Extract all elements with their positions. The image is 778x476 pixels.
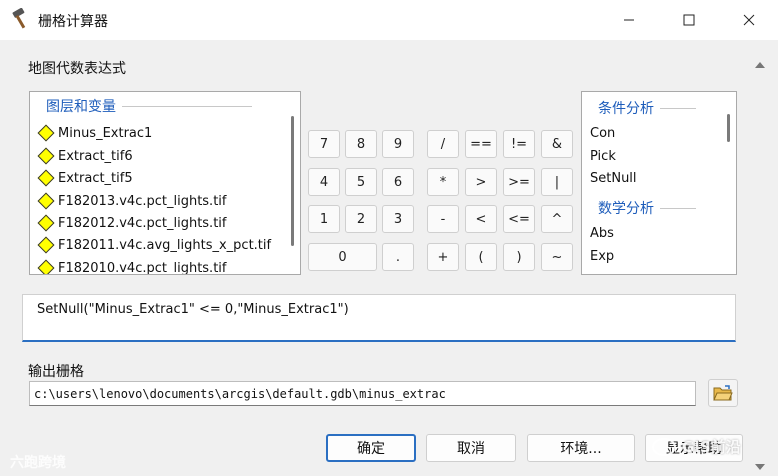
key-6[interactable]: 6 [382, 168, 414, 196]
key-greater[interactable]: > [465, 168, 497, 196]
functions-scrollbar-thumb[interactable] [727, 114, 730, 142]
function-item[interactable]: Abs [590, 226, 614, 241]
function-item[interactable]: SetNull [590, 171, 637, 186]
function-item[interactable]: Exp [590, 249, 614, 264]
key-9[interactable]: 9 [382, 130, 414, 158]
dialog-scrollbar[interactable] [750, 44, 772, 476]
layer-item-label: F182010.v4c.pct_lights.tif [58, 260, 227, 275]
key-not[interactable]: ~ [541, 243, 573, 271]
key-4[interactable]: 4 [308, 168, 340, 196]
scroll-down-icon[interactable] [755, 464, 765, 470]
layer-item[interactable]: Extract_tif6 [37, 145, 133, 167]
function-group-label: 数学分析 [598, 201, 654, 217]
layers-listbox[interactable]: 图层和变量 Minus_Extrac1 Extract_tif6 Extract… [29, 91, 301, 275]
raster-layer-icon [37, 214, 55, 232]
layer-item[interactable]: Extract_tif5 [37, 167, 133, 189]
key-divide[interactable]: / [427, 130, 459, 158]
function-group-header: 数学分析 [598, 198, 696, 218]
expression-section-label: 地图代数表达式 [28, 61, 126, 77]
window-title: 栅格计算器 [38, 14, 108, 30]
layer-item-label: Extract_tif6 [58, 148, 133, 164]
key-plus[interactable]: + [427, 243, 459, 271]
expression-text: SetNull("Minus_Extrac1" <= 0,"Minus_Extr… [37, 302, 349, 317]
key-open-paren[interactable]: ( [465, 243, 497, 271]
watermark-right: GIS前沿 [652, 436, 741, 457]
layer-item-label: Minus_Extrac1 [58, 125, 153, 141]
function-group-header: 条件分析 [598, 98, 696, 118]
layer-item-label: F182012.v4c.pct_lights.tif [58, 215, 227, 231]
key-close-paren[interactable]: ) [503, 243, 535, 271]
folder-open-icon [713, 385, 733, 401]
layers-header-label: 图层和变量 [46, 99, 116, 115]
key-multiply[interactable]: * [427, 168, 459, 196]
layer-item-label: Extract_tif5 [58, 170, 133, 186]
layer-item[interactable]: F182010.v4c.pct_lights.tif [37, 257, 227, 275]
layer-item-label: F182013.v4c.pct_lights.tif [58, 193, 227, 209]
raster-layer-icon [37, 169, 55, 187]
layer-item[interactable]: F182013.v4c.pct_lights.tif [37, 190, 227, 212]
output-raster-input[interactable]: c:\users\lenovo\documents\arcgis\default… [29, 381, 696, 406]
key-8[interactable]: 8 [345, 130, 377, 158]
hammer-icon [10, 7, 34, 30]
raster-layer-icon [37, 147, 55, 165]
layers-header: 图层和变量 [46, 96, 252, 116]
key-decimal[interactable]: . [382, 243, 414, 271]
key-xor[interactable]: ^ [541, 205, 573, 233]
browse-button[interactable] [708, 379, 738, 407]
layer-item[interactable]: F182011.v4c.avg_lights_x_pct.tif [37, 234, 272, 256]
close-button[interactable] [726, 0, 772, 40]
title-bar: 栅格计算器 [0, 0, 778, 40]
output-raster-label: 输出栅格 [28, 364, 84, 380]
cancel-button[interactable]: 取消 [426, 434, 516, 462]
minimize-button[interactable] [606, 0, 652, 40]
key-and[interactable]: & [541, 130, 573, 158]
key-less-equal[interactable]: <= [503, 205, 535, 233]
key-greater-equal[interactable]: >= [503, 168, 535, 196]
layer-item-label: F182011.v4c.avg_lights_x_pct.tif [58, 237, 272, 253]
function-group-label: 条件分析 [598, 101, 654, 117]
key-5[interactable]: 5 [345, 168, 377, 196]
key-or[interactable]: | [541, 168, 573, 196]
raster-layer-icon [37, 236, 55, 254]
function-item[interactable]: Con [590, 126, 615, 141]
scroll-up-icon[interactable] [755, 62, 765, 68]
maximize-button[interactable] [666, 0, 712, 40]
key-minus[interactable]: - [427, 205, 459, 233]
ok-button[interactable]: 确定 [326, 434, 416, 462]
watermark-right-text: GIS前沿 [682, 438, 741, 456]
key-2[interactable]: 2 [345, 205, 377, 233]
expression-input[interactable]: SetNull("Minus_Extrac1" <= 0,"Minus_Extr… [22, 294, 736, 342]
layers-scrollbar-thumb[interactable] [291, 116, 294, 246]
functions-listbox[interactable]: 条件分析 Con Pick SetNull 数学分析 Abs Exp [581, 91, 737, 275]
key-3[interactable]: 3 [382, 205, 414, 233]
key-1[interactable]: 1 [308, 205, 340, 233]
function-item[interactable]: Pick [590, 149, 616, 164]
watermark-left: 六跑跨境 [10, 452, 66, 472]
key-less[interactable]: < [465, 205, 497, 233]
wechat-icon [652, 437, 676, 456]
raster-calculator-window: 栅格计算器 地图代数表达式 图层和变量 Minus_Extrac1 Extrac… [0, 0, 778, 476]
raster-layer-icon [37, 124, 55, 142]
environments-button[interactable]: 环境... [527, 434, 635, 462]
layer-item[interactable]: F182012.v4c.pct_lights.tif [37, 212, 227, 234]
watermark-left-text: 六跑跨境 [10, 455, 66, 471]
layer-item[interactable]: Minus_Extrac1 [37, 122, 153, 144]
key-0[interactable]: 0 [308, 243, 377, 271]
key-not-equal[interactable]: != [503, 130, 535, 158]
raster-layer-icon [37, 192, 55, 210]
key-7[interactable]: 7 [308, 130, 340, 158]
raster-layer-icon [37, 259, 55, 274]
key-equal[interactable]: == [465, 130, 497, 158]
